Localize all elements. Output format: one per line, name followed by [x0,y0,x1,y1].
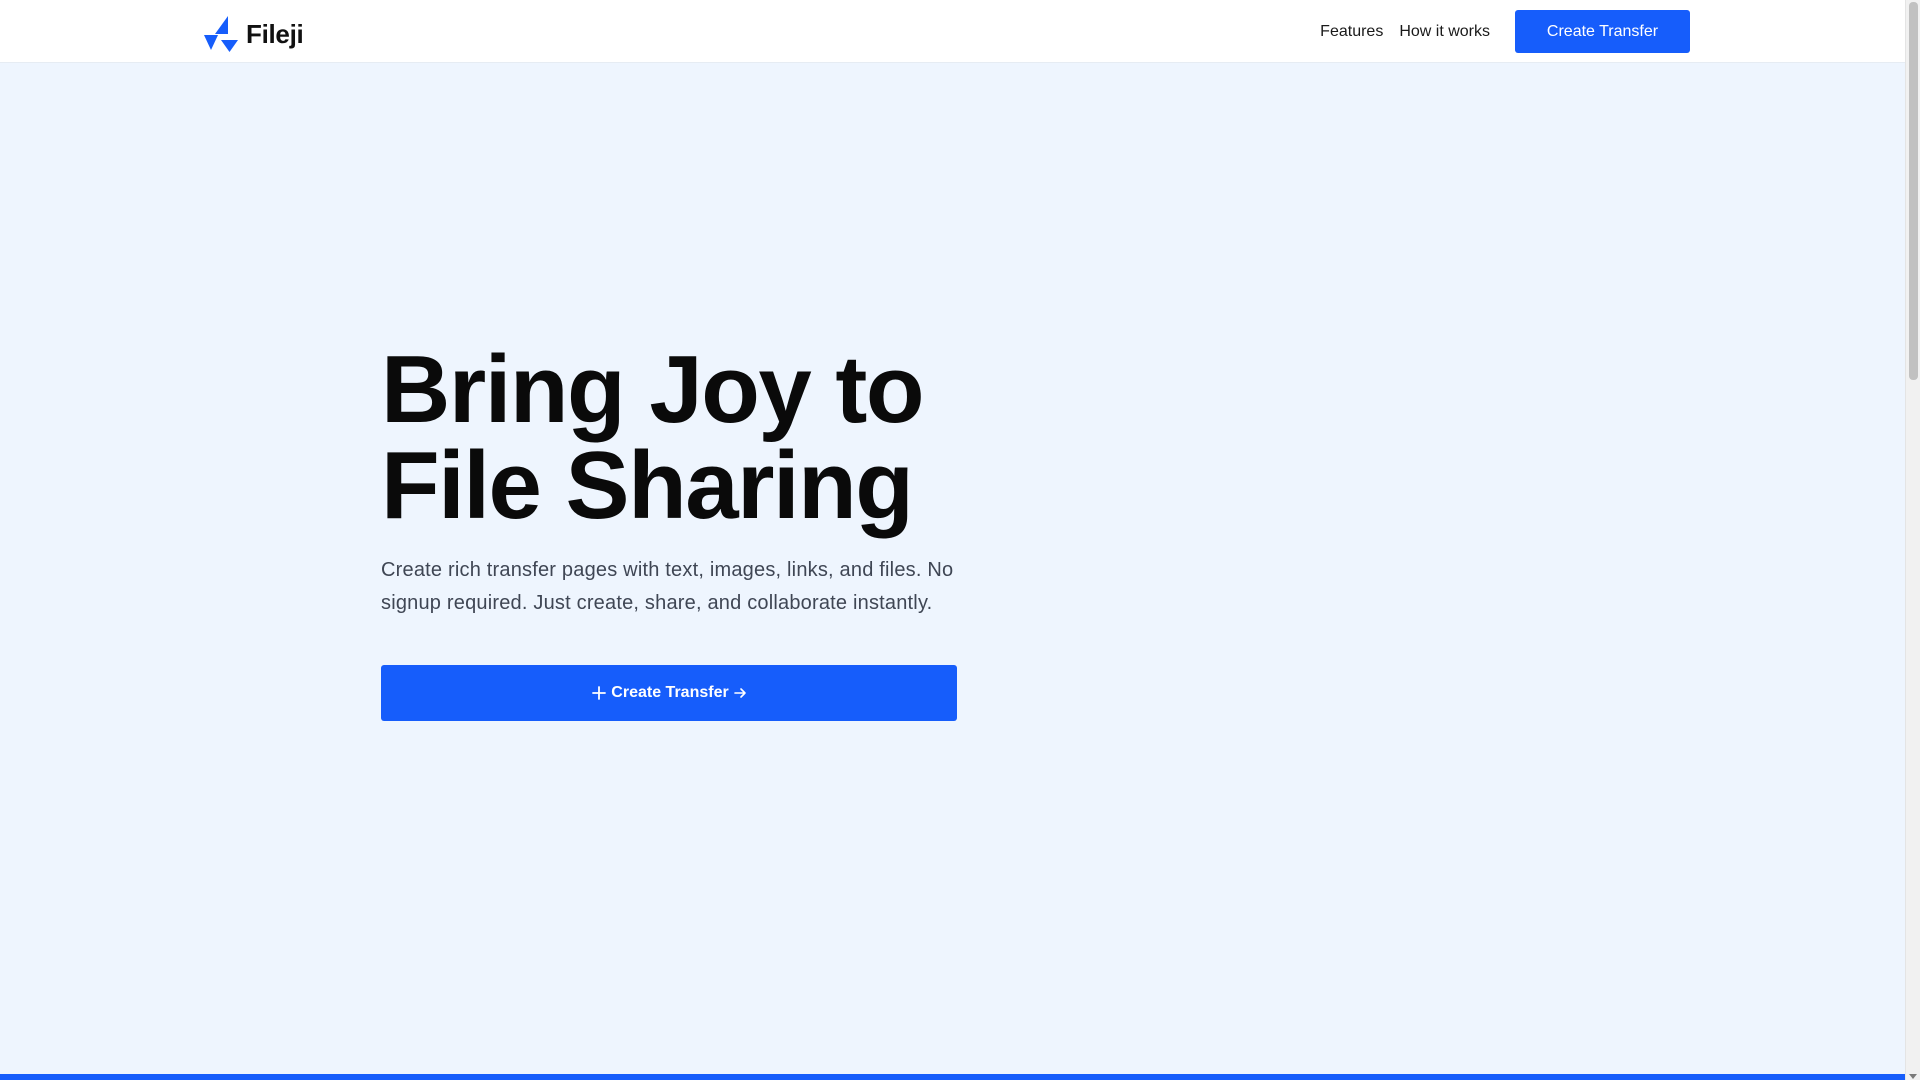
scrollbar-thumb[interactable] [1909,2,1918,380]
nav-link-features[interactable]: Features [1320,23,1383,41]
brand-name: Fileji [246,18,304,49]
hero-cta-label: Create Transfer [611,684,729,701]
fileji-logo-icon [204,16,238,52]
hero-title-line-2: File Sharing [381,432,914,539]
header-create-transfer-button[interactable]: Create Transfer [1515,10,1690,53]
vertical-scrollbar[interactable] [1905,0,1920,1080]
hero-create-transfer-button[interactable]: Create Transfer [381,665,957,721]
plus-icon [592,686,607,700]
hero-section: Bring Joy to File Sharing Create rich tr… [381,342,1001,620]
hero-subtitle: Create rich transfer pages with text, im… [381,559,954,614]
scroll-down-arrow-icon[interactable] [1909,1074,1917,1079]
site-header: Fileji Features How it works Create Tran… [0,0,1905,63]
hero-title-line-1: Bring Joy to [381,336,925,443]
bottom-accent-bar [0,1074,1905,1080]
main-nav: Features How it works Create Transfer [1320,10,1690,53]
arrow-right-icon [733,688,746,698]
hero-title: Bring Joy to File Sharing [381,342,1001,534]
page: Fileji Features How it works Create Tran… [0,0,1905,1080]
brand-logo[interactable]: Fileji [204,16,304,52]
nav-link-how-it-works[interactable]: How it works [1399,23,1490,41]
